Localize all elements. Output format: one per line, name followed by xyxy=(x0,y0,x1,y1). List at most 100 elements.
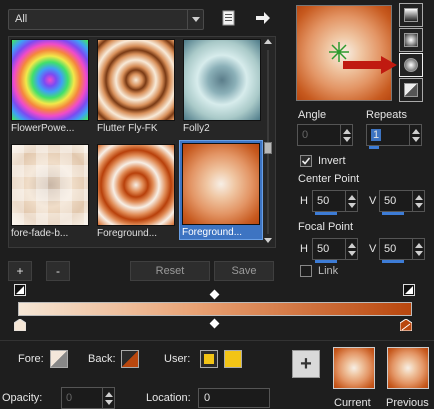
add-to-library-button[interactable]: + xyxy=(292,350,320,378)
back-swatch[interactable] xyxy=(121,350,139,368)
center-h-label: H xyxy=(300,195,308,207)
gradient-gallery: FlowerPowe... Flutter Fly-FK Folly2 fore… xyxy=(8,36,276,248)
reset-button[interactable]: Reset xyxy=(130,261,210,281)
save-button[interactable]: Save xyxy=(214,261,274,281)
focal-h-stepper[interactable] xyxy=(345,239,357,259)
user-swatch-primary[interactable] xyxy=(200,350,218,368)
scroll-up-icon[interactable] xyxy=(264,39,272,44)
gallery-item-label: Foreground... xyxy=(182,227,243,238)
gradient-thumbnail xyxy=(11,39,89,121)
focal-h-slider[interactable] xyxy=(315,260,337,263)
center-v-label: V xyxy=(369,195,377,207)
opacity-label: Opacity: xyxy=(2,392,43,404)
gradient-filter-dropdown[interactable]: All xyxy=(8,9,204,30)
angle-value: 0 xyxy=(302,129,309,141)
opacity-field[interactable]: 0 xyxy=(61,387,115,409)
user-label: User: xyxy=(164,353,191,365)
angle-stepper[interactable] xyxy=(340,125,352,145)
center-h-field[interactable]: 50 xyxy=(312,190,358,215)
repeats-label: Repeats xyxy=(366,109,407,121)
gradient-thumbnail xyxy=(182,143,260,225)
gallery-item-label: Folly2 xyxy=(183,123,210,134)
fore-label: Fore: xyxy=(18,353,44,365)
gallery-item[interactable]: FlowerPowe... xyxy=(9,37,93,137)
gallery-item[interactable]: fore-fade-b... xyxy=(9,142,93,242)
check-icon xyxy=(301,157,311,165)
red-arrow-icon xyxy=(343,56,397,74)
color-stop-end[interactable] xyxy=(400,319,412,331)
divider xyxy=(0,340,434,341)
sunburst-style-button[interactable] xyxy=(399,78,423,102)
current-label: Current xyxy=(334,397,371,409)
scroll-down-icon[interactable] xyxy=(264,238,272,243)
repeats-slider[interactable] xyxy=(369,146,379,149)
opacity-midpoint-marker[interactable] xyxy=(209,289,220,300)
gradient-thumbnail xyxy=(97,39,175,121)
radial-style-button[interactable] xyxy=(399,53,423,77)
center-v-slider[interactable] xyxy=(382,212,404,215)
gradient-thumbnail xyxy=(183,39,261,121)
focal-v-stepper[interactable] xyxy=(412,239,424,259)
color-stop-start[interactable] xyxy=(14,319,26,331)
gallery-scrollbar[interactable] xyxy=(262,38,274,246)
center-v-stepper[interactable] xyxy=(412,191,424,211)
opacity-stop-end[interactable] xyxy=(403,284,415,296)
focal-h-value: 50 xyxy=(317,243,330,255)
rectangular-style-button[interactable] xyxy=(399,28,423,52)
repeats-value: 1 xyxy=(371,129,382,141)
repeats-field[interactable]: 1 xyxy=(366,124,422,149)
focal-v-value: 50 xyxy=(384,243,397,255)
invert-label: Invert xyxy=(318,155,346,167)
previous-label: Previous xyxy=(386,397,429,409)
gradient-bar[interactable] xyxy=(18,302,412,316)
gallery-item-label: FlowerPowe... xyxy=(11,123,75,134)
previous-gradient-thumbnail[interactable] xyxy=(387,347,429,389)
gallery-item-label: fore-fade-b... xyxy=(11,228,69,239)
focal-h-label: H xyxy=(300,243,308,255)
focal-v-label: V xyxy=(369,243,377,255)
back-label: Back: xyxy=(88,353,116,365)
link-label: Link xyxy=(318,265,339,277)
gallery-item-label: Flutter Fly-FK xyxy=(97,123,158,134)
link-checkbox[interactable] xyxy=(300,265,312,277)
gallery-item-selected[interactable]: Foreground... xyxy=(179,140,263,240)
gradient-thumbnail xyxy=(11,144,89,226)
focal-v-slider[interactable] xyxy=(382,260,404,263)
center-point-label: Center Point xyxy=(298,173,360,185)
focal-h-field[interactable]: 50 xyxy=(312,238,358,263)
gallery-item[interactable]: Flutter Fly-FK xyxy=(95,37,179,137)
center-v-field[interactable]: 50 xyxy=(379,190,425,215)
gradient-thumbnail xyxy=(97,144,175,226)
current-gradient-thumbnail[interactable] xyxy=(333,347,375,389)
location-value: 0 xyxy=(204,392,211,404)
location-field[interactable]: 0 xyxy=(198,388,270,408)
opacity-stop-start[interactable] xyxy=(14,284,26,296)
opacity-value: 0 xyxy=(66,392,73,404)
center-v-value: 50 xyxy=(384,195,397,207)
gradient-preview[interactable] xyxy=(296,5,392,101)
focal-point-label: Focal Point xyxy=(298,221,354,233)
invert-checkbox[interactable] xyxy=(300,155,312,167)
user-swatch-secondary[interactable] xyxy=(224,350,242,368)
remove-stop-button[interactable]: - xyxy=(46,261,70,281)
center-h-value: 50 xyxy=(317,195,330,207)
gallery-item[interactable]: Folly2 xyxy=(181,37,265,137)
focal-v-field[interactable]: 50 xyxy=(379,238,425,263)
color-midpoint-marker[interactable] xyxy=(209,318,220,329)
fore-swatch[interactable] xyxy=(50,350,68,368)
scroll-thumb[interactable] xyxy=(264,142,272,154)
gallery-item[interactable]: Foreground... xyxy=(95,142,179,242)
center-h-slider[interactable] xyxy=(315,212,337,215)
gallery-item-label: Foreground... xyxy=(97,228,158,239)
add-stop-button[interactable]: + xyxy=(8,261,32,281)
chevron-down-icon[interactable] xyxy=(187,10,203,29)
repeats-stepper[interactable] xyxy=(409,125,421,145)
opacity-stepper[interactable] xyxy=(102,388,114,408)
arrow-right-icon[interactable] xyxy=(254,9,272,27)
document-icon[interactable] xyxy=(222,10,236,26)
center-h-stepper[interactable] xyxy=(345,191,357,211)
linear-style-button[interactable] xyxy=(399,3,423,27)
gradient-filter-value: All xyxy=(15,13,28,25)
angle-field[interactable]: 0 xyxy=(297,124,353,146)
angle-label: Angle xyxy=(298,109,327,121)
